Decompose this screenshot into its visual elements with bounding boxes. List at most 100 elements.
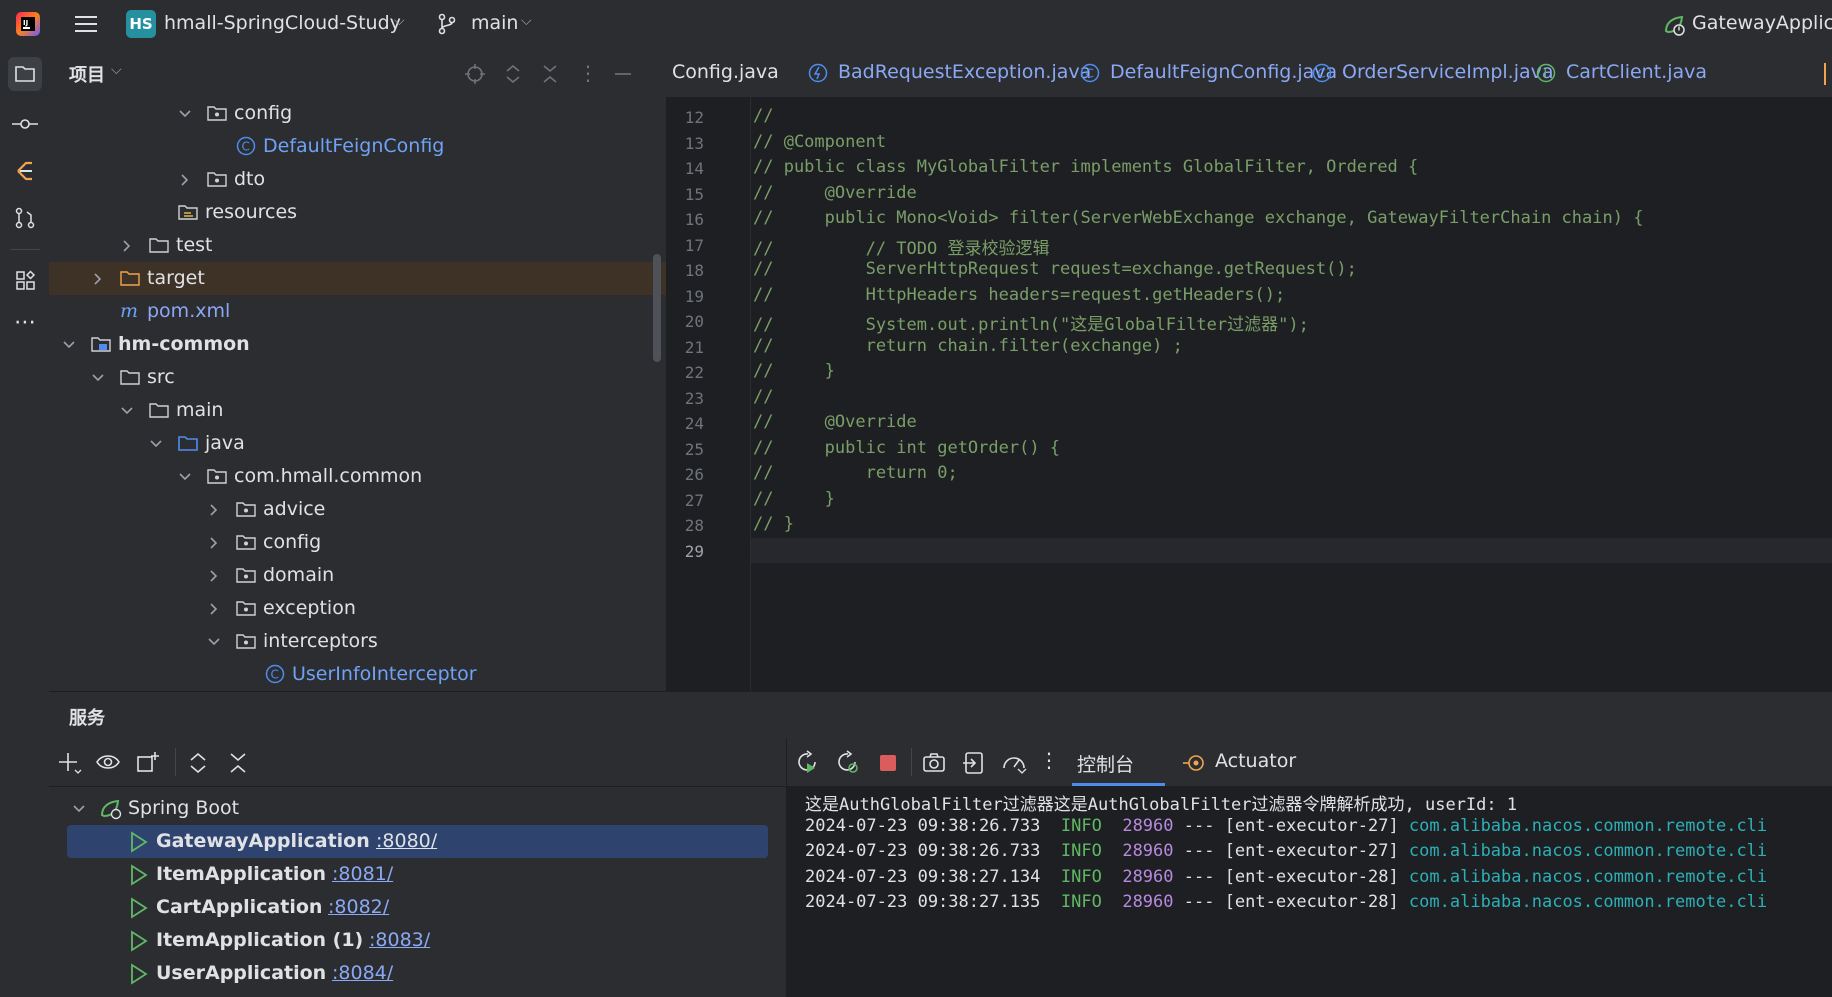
tree-node[interactable]: test xyxy=(49,229,666,262)
service-app-name: ItemApplication (1) xyxy=(156,929,364,951)
attach-debugger-icon[interactable] xyxy=(961,750,987,776)
collapse-all-icon[interactable] xyxy=(225,750,251,776)
service-app-row[interactable]: GatewayApplication:8080/ xyxy=(67,825,768,858)
eye-icon[interactable] xyxy=(95,750,123,776)
project-folder-icon[interactable] xyxy=(8,57,42,91)
tree-node[interactable]: hm-common xyxy=(49,328,666,361)
minimize-icon[interactable] xyxy=(612,63,634,85)
excluded-folder-icon xyxy=(120,270,140,286)
chevron-right-icon[interactable] xyxy=(206,568,222,584)
chevron-down-icon[interactable] xyxy=(206,634,222,650)
tree-node[interactable]: domain xyxy=(49,559,666,592)
more-options-icon[interactable]: ⋮ xyxy=(1039,748,1059,774)
run-icon[interactable] xyxy=(129,897,149,919)
tab-actuator[interactable]: Actuator xyxy=(1180,738,1310,786)
chevron-down-icon[interactable] xyxy=(148,436,164,452)
chevron-down-icon[interactable] xyxy=(90,370,106,386)
tab-console[interactable]: 控制台 xyxy=(1072,738,1165,786)
chevron-down-icon[interactable]: ⌵ xyxy=(111,62,122,78)
camera-icon[interactable] xyxy=(921,750,947,776)
services-icon[interactable] xyxy=(10,265,40,295)
tab-overflow-icon[interactable] xyxy=(1824,63,1832,85)
profiler-icon[interactable] xyxy=(1001,750,1027,776)
tree-node[interactable]: target xyxy=(49,262,666,295)
code-line: // ServerHttpRequest request=exchange.ge… xyxy=(753,259,1357,279)
code-line: // xyxy=(753,106,774,126)
tree-node-label: pom.xml xyxy=(147,300,231,322)
tree-node[interactable]: config xyxy=(49,97,666,130)
tree-node[interactable]: dto xyxy=(49,163,666,196)
chevron-right-icon[interactable] xyxy=(206,535,222,551)
expand-all-icon[interactable] xyxy=(502,63,524,85)
intellij-logo-icon[interactable]: IJ xyxy=(14,10,42,38)
tree-node-label: java xyxy=(205,432,245,454)
tree-node[interactable]: config xyxy=(49,526,666,559)
tree-node[interactable]: com.hmall.common xyxy=(49,460,666,493)
tree-node[interactable]: interceptors xyxy=(49,625,666,658)
commit-icon[interactable] xyxy=(10,109,40,139)
branch-widget[interactable]: main ⌵ xyxy=(437,9,547,41)
tree-node[interactable]: main xyxy=(49,394,666,427)
tree-node[interactable]: src xyxy=(49,361,666,394)
tree-node[interactable]: C UserInfoInterceptor xyxy=(49,658,666,691)
line-number: 13 xyxy=(684,133,704,153)
project-widget[interactable]: HS hmall-SpringCloud-Study ⌵ xyxy=(126,9,416,41)
service-app-row[interactable]: ItemApplication (1):8083/ xyxy=(49,924,786,957)
service-app-port[interactable]: :8082/ xyxy=(328,896,389,918)
service-app-port[interactable]: :8080/ xyxy=(376,830,437,852)
locate-icon[interactable] xyxy=(464,63,486,85)
service-app-port[interactable]: :8083/ xyxy=(369,929,430,951)
new-group-icon[interactable] xyxy=(135,750,161,776)
run-icon[interactable] xyxy=(129,864,149,886)
tree-node[interactable]: java xyxy=(49,427,666,460)
log-logger: com.alibaba.nacos.common.remote.cli xyxy=(1408,841,1768,861)
project-panel-title[interactable]: 项目 xyxy=(69,61,105,87)
chevron-down-icon[interactable] xyxy=(61,337,77,353)
chevron-down-icon[interactable] xyxy=(71,801,87,817)
more-tools-icon[interactable]: ⋯ xyxy=(10,311,40,341)
pull-requests-icon[interactable] xyxy=(10,203,40,233)
chevron-right-icon[interactable] xyxy=(119,238,135,254)
package-icon xyxy=(236,633,256,649)
title-bar: IJ HS hmall-SpringCloud-Study ⌵ main ⌵ G… xyxy=(0,0,1832,49)
service-app-row[interactable]: ItemApplication:8081/ xyxy=(49,858,786,891)
log-pid: 28960 xyxy=(1122,866,1174,887)
console-toolbar: ⋮ 控制台 Actuator xyxy=(787,738,1832,787)
tree-node[interactable]: m pom.xml xyxy=(49,295,666,328)
svg-text:m: m xyxy=(120,301,138,321)
tree-node[interactable]: advice xyxy=(49,493,666,526)
run-config-widget[interactable]: GatewayApplica xyxy=(1662,9,1832,41)
run-icon[interactable] xyxy=(129,963,149,985)
main-menu-icon[interactable] xyxy=(74,12,98,36)
service-app-row[interactable]: CartApplication:8082/ xyxy=(49,891,786,924)
stop-icon[interactable] xyxy=(875,750,901,776)
tree-node[interactable]: C DefaultFeignConfig xyxy=(49,130,666,163)
options-icon[interactable]: ⋮ xyxy=(577,61,599,85)
collapse-all-icon[interactable] xyxy=(539,63,561,85)
chevron-down-icon[interactable] xyxy=(177,106,193,122)
rerun-icon[interactable] xyxy=(795,750,821,776)
log-level: INFO xyxy=(1060,892,1102,912)
services-group-spring-boot[interactable]: Spring Boot xyxy=(49,792,786,825)
tree-node[interactable]: exception xyxy=(49,592,666,625)
console-line: 2024-07-23 09:38:26.733 INFO 28960 --- [… xyxy=(805,841,1767,861)
chevron-down-icon[interactable] xyxy=(177,469,193,485)
chevron-right-icon[interactable] xyxy=(206,601,222,617)
scrollbar-thumb[interactable] xyxy=(653,254,661,362)
spring-boot-icon xyxy=(1662,13,1686,37)
expand-all-icon[interactable] xyxy=(185,750,211,776)
add-icon[interactable] xyxy=(57,750,83,776)
chevron-right-icon[interactable] xyxy=(206,502,222,518)
service-app-port[interactable]: :8081/ xyxy=(332,863,393,885)
service-app-row[interactable]: UserApplication:8084/ xyxy=(49,957,786,990)
run-icon[interactable] xyxy=(129,930,149,952)
structure-icon[interactable] xyxy=(10,155,40,185)
service-app-port[interactable]: :8084/ xyxy=(332,962,393,984)
restart-icon[interactable] xyxy=(835,750,861,776)
chevron-down-icon[interactable] xyxy=(119,403,135,419)
tree-node[interactable]: resources xyxy=(49,196,666,229)
chevron-right-icon[interactable] xyxy=(177,172,193,188)
chevron-right-icon[interactable] xyxy=(90,271,106,287)
svg-text:IJ: IJ xyxy=(23,19,28,27)
run-icon[interactable] xyxy=(129,831,149,853)
